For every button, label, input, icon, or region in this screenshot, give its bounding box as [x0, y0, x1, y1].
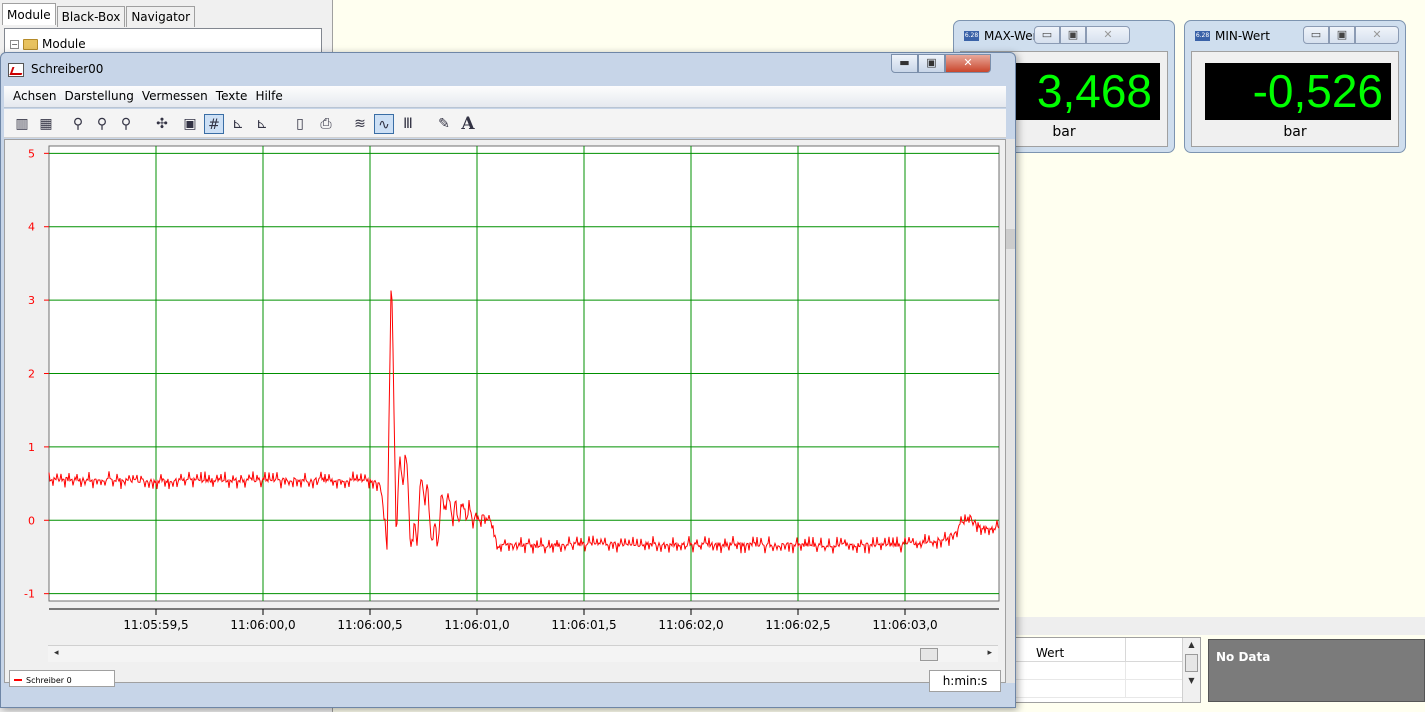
menu-texte[interactable]: Texte [213, 86, 253, 107]
y-tick-label: -1 [24, 588, 35, 601]
x-tick-label: 11:06:01,0 [444, 618, 509, 632]
close-button[interactable]: ✕ [945, 54, 991, 73]
text-icon[interactable]: A [458, 114, 478, 134]
maximize-button[interactable]: ▣ [918, 54, 945, 73]
minimize-button[interactable]: ▬ [891, 54, 918, 73]
tree-item-module[interactable]: − Module [10, 37, 86, 51]
menu-achsen[interactable]: Achsen [10, 86, 61, 107]
min-window-body: -0,526 bar [1191, 51, 1399, 147]
tab-navigator[interactable]: Navigator [126, 6, 196, 27]
print-icon[interactable]: ⎙ [316, 114, 336, 134]
clipboard-icon[interactable]: ▯ [290, 114, 310, 134]
multi-chart-icon[interactable]: ≋ [350, 114, 370, 134]
table-header: Wert [1016, 638, 1200, 662]
window-buttons: ▬ ▣ ✕ [891, 54, 991, 73]
y-axis-icon[interactable]: ⊾ [252, 114, 272, 134]
minimize-button[interactable]: ▭ [1303, 26, 1329, 44]
module-tabs: Module Black-Box Navigator [0, 0, 332, 27]
x-tick-label: 11:06:00,0 [230, 618, 295, 632]
chart-app-icon [8, 63, 24, 77]
save-icon[interactable]: ▣ [180, 114, 200, 134]
scroll-up-icon[interactable]: ▲ [1183, 638, 1200, 652]
cursor-icon[interactable]: ✣ [152, 114, 172, 134]
y-tick-label: 0 [28, 514, 35, 527]
menu-bar: Achsen Darstellung Vermessen Texte Hilfe [4, 86, 1006, 108]
legend-swatch [14, 679, 22, 681]
y-tick-label: 2 [28, 368, 35, 381]
min-unit-label: bar [1283, 124, 1307, 140]
line-chart-icon[interactable]: ∿ [374, 114, 394, 134]
x-tick-label: 11:06:02,0 [658, 618, 723, 632]
close-button[interactable]: ✕ [1086, 26, 1130, 44]
legend-label: Schreiber 0 [26, 675, 72, 685]
x-axis-ticks: 11:05:59,5 11:06:00,0 11:06:00,5 11:06:01,0… [49, 608, 999, 632]
x-axis-icon[interactable]: ⊾ [228, 114, 248, 134]
display-icon: 6.28 [1195, 31, 1210, 41]
line-chart[interactable]: 543210-1 11:05:59,5 11:06:00,0 11:06:00,5 1… [5, 140, 1005, 645]
table-row [1016, 662, 1200, 680]
maximize-button[interactable]: ▣ [1060, 26, 1086, 44]
plot-area: 5 4 3 2 1 0 -1 11:05:59,5 11:06:00,0 11:06:00,5 1… [4, 139, 1006, 683]
toolbar: ▥ ▦ ⚲ ⚲ ⚲ ✣ ▣ # ⊾ ⊾ ▯ ⎙ ≋ ∿ Ⅲ ✎ A [4, 109, 1006, 138]
display-icon: 6.28 [964, 31, 979, 41]
x-tick-label: 11:05:59,5 [123, 618, 188, 632]
tab-black-box[interactable]: Black-Box [56, 6, 126, 27]
scroll-thumb[interactable] [1006, 229, 1015, 249]
min-value-display: -0,526 [1205, 63, 1391, 120]
tab-module[interactable]: Module [2, 3, 56, 25]
no-data-panel: No Data [1208, 639, 1425, 702]
close-button[interactable]: ✕ [1355, 26, 1399, 44]
zoom-xy-icon[interactable]: ⚲ [92, 114, 112, 134]
menu-hilfe[interactable]: Hilfe [252, 86, 287, 107]
max-window-buttons: ▭ ▣ ✕ [1034, 26, 1130, 44]
background-strip [1010, 617, 1425, 635]
folder-icon [23, 38, 38, 50]
vertical-scrollbar[interactable] [1006, 139, 1015, 683]
scroll-thumb[interactable] [1185, 654, 1198, 672]
value-table: Wert ▲ ▼ [1015, 637, 1201, 703]
scroll-down-icon[interactable]: ▼ [1183, 674, 1200, 688]
collapse-icon[interactable]: − [10, 39, 19, 49]
min-value-window: 6.28 MIN-Wert ▭ ▣ ✕ -0,526 bar [1184, 20, 1406, 153]
y-tick-label: 4 [28, 221, 35, 234]
time-units-box: h:min:s [929, 670, 1001, 692]
window-title: Schreiber00 [31, 62, 104, 76]
y-axis-ticks: 5 4 3 2 1 0 -1 [24, 147, 49, 601]
grid-icon[interactable]: # [204, 114, 224, 134]
tree-item-label: Module [42, 37, 86, 51]
menu-vermessen[interactable]: Vermessen [139, 86, 213, 107]
menu-darstellung[interactable]: Darstellung [61, 86, 138, 107]
minimize-button[interactable]: ▭ [1034, 26, 1060, 44]
bar-series-icon[interactable]: Ⅲ [398, 114, 418, 134]
y-tick-label: 5 [28, 147, 35, 160]
min-window-title-text: MIN-Wert [1215, 29, 1270, 43]
x-tick-label: 11:06:01,5 [551, 618, 616, 632]
y-tick-label: 1 [28, 441, 35, 454]
x-tick-label: 11:06:00,5 [337, 618, 402, 632]
chart-window: Schreiber00 ▬ ▣ ✕ Achsen Darstellung Ver… [0, 52, 1016, 708]
zoom-out-icon[interactable]: ⚲ [116, 114, 136, 134]
scroll-right-icon[interactable]: ▸ [987, 648, 992, 658]
scroll-thumb[interactable] [920, 648, 938, 661]
horizontal-scrollbar[interactable]: ◂ ▸ [48, 645, 998, 662]
column-header-wert[interactable]: Wert [1016, 638, 1126, 661]
table-row [1016, 680, 1200, 698]
scroll-left-icon[interactable]: ◂ [54, 648, 59, 658]
max-window-title: 6.28 MAX-Wert [964, 29, 1042, 43]
x-tick-label: 11:06:03,0 [872, 618, 937, 632]
table-icon[interactable]: ▦ [36, 114, 56, 134]
paint-icon[interactable]: ✎ [434, 114, 454, 134]
maximize-button[interactable]: ▣ [1329, 26, 1355, 44]
legend[interactable]: Schreiber 0 [9, 670, 115, 687]
x-tick-label: 11:06:02,5 [765, 618, 830, 632]
zoom-in-icon[interactable]: ⚲ [68, 114, 88, 134]
bar-chart-icon[interactable]: ▥ [12, 114, 32, 134]
min-window-buttons: ▭ ▣ ✕ [1303, 26, 1399, 44]
title-bar[interactable]: Schreiber00 ▬ ▣ ✕ [1, 53, 1015, 85]
table-scrollbar[interactable]: ▲ ▼ [1182, 638, 1200, 702]
y-tick-label: 3 [28, 294, 35, 307]
min-window-title: 6.28 MIN-Wert [1195, 29, 1270, 43]
